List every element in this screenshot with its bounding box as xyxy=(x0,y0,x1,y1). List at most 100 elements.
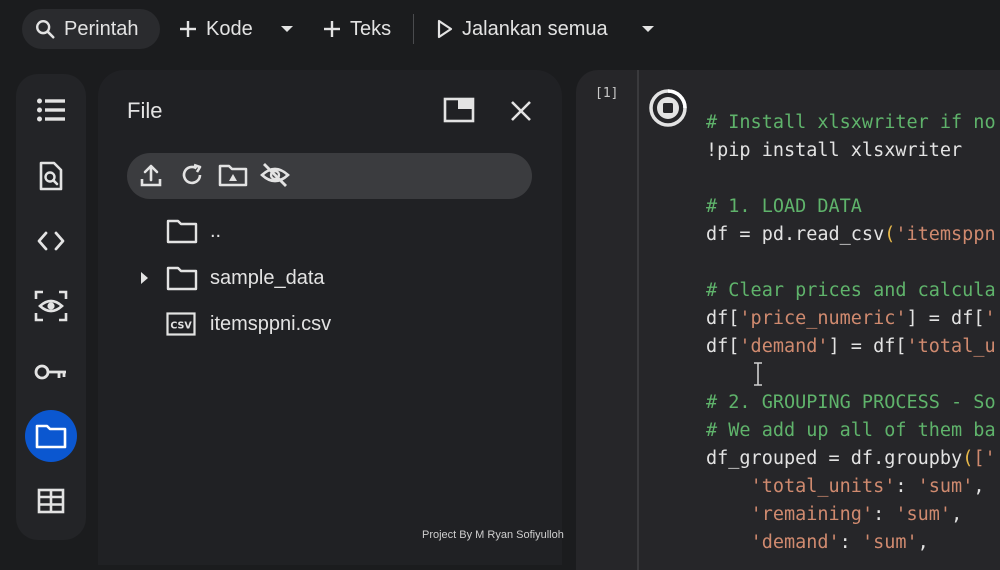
mount-drive-folder-icon xyxy=(218,162,248,188)
code-cell[interactable]: [1] # Install xlsxwriter if no !pip insta… xyxy=(576,70,1000,570)
code-token: !pip install xlsxwriter xyxy=(706,140,963,161)
command-palette-button[interactable]: Perintah xyxy=(22,9,160,49)
code-token: , xyxy=(973,476,985,497)
code-line: # 2. GROUPING PROCESS - So xyxy=(706,389,996,417)
folder-icon xyxy=(166,265,200,291)
code-line: # Install xlsxwriter if no xyxy=(706,109,996,137)
rail-secrets[interactable] xyxy=(25,346,77,398)
code-token: ] = df[ xyxy=(906,308,985,329)
add-code-dropdown-button[interactable] xyxy=(278,20,296,38)
rail-data-table[interactable] xyxy=(25,475,77,527)
code-token: 'price_numeric' xyxy=(739,308,907,329)
secrets-key-icon xyxy=(34,362,68,382)
close-icon xyxy=(510,100,532,122)
code-token: 'demand' xyxy=(739,336,829,357)
open-panel-tab-icon xyxy=(443,97,475,123)
close-panel-button[interactable] xyxy=(510,100,532,122)
code-token: # 2. GROUPING PROCESS - So xyxy=(706,392,996,413)
code-token: : xyxy=(873,504,896,525)
add-code-button[interactable]: Kode xyxy=(178,9,253,49)
cell-gutter xyxy=(637,70,639,570)
file-tree-item-name: itemsppni.csv xyxy=(210,312,332,335)
code-line: df = pd.read_csv('itemsppn xyxy=(706,221,996,249)
refresh-button[interactable] xyxy=(180,162,204,188)
rail-find-replace[interactable] xyxy=(25,150,77,202)
folder-icon xyxy=(166,218,200,244)
run-all-button[interactable]: Jalankan semua xyxy=(436,9,608,49)
code-line: df_grouped = df.groupby([' xyxy=(706,445,996,473)
toolbar-divider xyxy=(413,14,414,44)
plus-icon xyxy=(178,19,198,39)
code-line: df['price_numeric'] = df[' xyxy=(706,305,996,333)
mount-drive-button[interactable] xyxy=(218,162,248,188)
upload-button[interactable] xyxy=(139,162,163,188)
code-token: # Clear prices and calcula xyxy=(706,280,996,301)
code-token: , xyxy=(917,532,929,553)
code-line: 'demand': 'sum', xyxy=(706,529,996,557)
code-line: 'total_units': 'sum', xyxy=(706,473,996,501)
find-replace-icon xyxy=(38,161,64,191)
upload-icon xyxy=(139,162,163,188)
file-tree-item-name: .. xyxy=(210,219,222,242)
play-icon xyxy=(436,19,454,39)
code-token: 'demand' xyxy=(750,532,840,553)
code-line: # We add up all of them ba xyxy=(706,417,996,445)
file-tree-row[interactable]: sample_data xyxy=(138,262,325,294)
code-editor[interactable]: # Install xlsxwriter if no !pip install x… xyxy=(706,109,996,557)
side-rail xyxy=(16,74,86,540)
code-token: df[ xyxy=(706,308,740,329)
run-all-label: Jalankan semua xyxy=(462,17,608,40)
code-token: ' xyxy=(984,308,996,329)
eye-off-icon xyxy=(259,162,291,188)
code-token: # Install xlsxwriter if no xyxy=(706,112,996,133)
code-token: ( xyxy=(884,224,896,245)
svg-text:CSV: CSV xyxy=(170,321,192,332)
code-token: 'itemsppn xyxy=(895,224,996,245)
add-code-label: Kode xyxy=(206,17,253,40)
code-token: 'total_units' xyxy=(750,476,896,497)
code-token: 'remaining' xyxy=(750,504,874,525)
file-tree-row[interactable]: .. xyxy=(138,215,221,247)
plus-icon xyxy=(322,19,342,39)
expand-caret-icon[interactable] xyxy=(138,270,158,286)
rail-table-of-contents[interactable] xyxy=(25,84,77,136)
command-palette-label: Perintah xyxy=(64,17,139,40)
variables-icon xyxy=(34,290,68,322)
caret-down-icon xyxy=(639,20,657,38)
code-token: 'sum' xyxy=(861,532,918,553)
code-line: # 1. LOAD DATA xyxy=(706,193,996,221)
code-line: df['demand'] = df['total_u xyxy=(706,333,996,361)
rail-files[interactable] xyxy=(25,410,77,462)
add-text-button[interactable]: Teks xyxy=(322,9,391,49)
files-toolbar xyxy=(127,153,532,199)
file-tree-item-name: sample_data xyxy=(210,266,325,289)
code-token: # We add up all of them ba xyxy=(706,420,996,441)
text-cursor-icon xyxy=(752,362,764,386)
run-cell-button[interactable] xyxy=(648,88,688,128)
files-panel-title: File xyxy=(127,98,163,123)
run-all-dropdown-button[interactable] xyxy=(639,20,657,38)
toggle-hidden-files-button[interactable] xyxy=(259,162,291,188)
code-line: # Clear prices and calcula xyxy=(706,277,996,305)
stop-run-icon xyxy=(648,88,688,128)
open-in-tab-button[interactable] xyxy=(443,97,475,123)
code-token: df[ xyxy=(706,336,740,357)
code-token: : xyxy=(839,532,862,553)
code-token: : xyxy=(895,476,918,497)
code-line: 'remaining': 'sum', xyxy=(706,501,996,529)
file-tree-row[interactable]: CSV itemsppni.csv xyxy=(138,308,331,340)
rail-variables[interactable] xyxy=(25,280,77,332)
code-token: 'sum' xyxy=(895,504,952,525)
code-token: df_grouped = df.groupby xyxy=(706,448,963,469)
code-token: , xyxy=(951,504,963,525)
rail-code-snippets[interactable] xyxy=(25,215,77,267)
code-token: 'total_u xyxy=(906,336,996,357)
csv-file-icon: CSV xyxy=(166,312,200,336)
caret-down-icon xyxy=(278,20,296,38)
refresh-icon xyxy=(180,162,204,188)
